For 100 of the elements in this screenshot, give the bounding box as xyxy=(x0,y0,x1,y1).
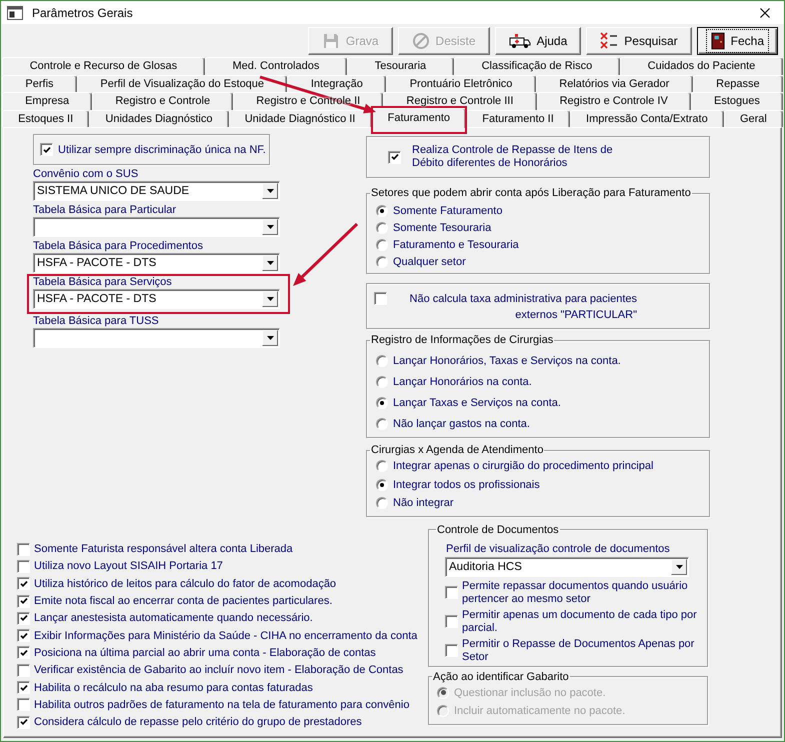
radio-label: Integrar todos os profissionais xyxy=(393,478,540,491)
close-button[interactable]: Fecha xyxy=(696,27,778,55)
tab[interactable]: Perfis xyxy=(2,74,77,92)
field-label: Tabela Básica para TUSS xyxy=(33,315,160,328)
radio-button[interactable] xyxy=(376,354,388,366)
dropdown-button[interactable] xyxy=(262,330,278,346)
dropdown-field[interactable]: HSFA - PACOTE - DTS xyxy=(33,289,280,309)
radio-button[interactable] xyxy=(376,376,388,388)
tab[interactable]: Estogues xyxy=(690,92,783,110)
tab[interactable]: Perfil de Visualização do Estoque xyxy=(76,74,288,92)
checkbox[interactable] xyxy=(17,629,30,642)
tab[interactable]: Prontuário Eletrônico xyxy=(386,74,536,92)
group-title: Setores que podem abrir conta após Liberação para Faturamento xyxy=(370,186,692,200)
tab[interactable]: Controle e Recurso de Glosas xyxy=(2,57,205,74)
checkbox[interactable] xyxy=(445,615,458,628)
dropdown-field[interactable]: SISTEMA UNICO DE SAUDE xyxy=(33,181,280,201)
tab[interactable]: Estoques II xyxy=(2,110,90,127)
radio-label: Qualquer setor xyxy=(393,256,466,268)
tab[interactable]: Empresa xyxy=(2,92,92,110)
checkbox[interactable] xyxy=(388,150,401,164)
checkbox-label: Realiza Controle de Repasse de Itens de Débito diferentes de Honorários xyxy=(412,144,614,170)
radio-button[interactable] xyxy=(376,460,388,472)
tab[interactable]: Faturamento xyxy=(372,108,466,128)
radio-label: Incluir automaticamente no pacote. xyxy=(454,704,626,716)
checkbox[interactable] xyxy=(17,681,30,694)
checkbox[interactable] xyxy=(17,698,30,712)
caret-icon xyxy=(676,564,682,568)
radio-button[interactable] xyxy=(376,238,388,250)
dropdown-field[interactable]: Auditoria HCS xyxy=(445,556,689,576)
radio-button[interactable] xyxy=(376,222,388,234)
ambulance-icon xyxy=(508,33,531,49)
field-label: Tabela Básica para Particular xyxy=(33,204,178,217)
checkbox[interactable] xyxy=(374,292,387,305)
caret-icon xyxy=(266,189,274,193)
checkmark-icon xyxy=(390,153,398,161)
radio-button[interactable] xyxy=(376,256,388,268)
tab[interactable]: Geral xyxy=(724,110,783,127)
field-label: Tabela Básica para Serviços xyxy=(33,276,173,289)
checkbox-label: Utiliza novo Layout SISAIH Portaria 17 xyxy=(34,560,223,572)
tab[interactable]: Tesouraria xyxy=(347,57,454,74)
tab[interactable]: Relatórios via Gerador xyxy=(536,74,693,92)
checkbox-label: Emite nota fiscal ao encerrar conta de pacientes particulares. xyxy=(34,595,332,608)
radio-button[interactable] xyxy=(376,204,388,216)
tab[interactable]: Registro e Controle xyxy=(92,92,234,110)
search-button[interactable]: Pesquisar xyxy=(586,27,692,55)
radio-label: Somente Faturamento xyxy=(393,204,502,216)
dropdown-button[interactable] xyxy=(262,183,278,199)
checkbox-label: Considera cálculo de repasse pelo critério do grupo de prestadores xyxy=(34,716,362,728)
cross-list-icon xyxy=(600,32,618,50)
radio-label: Somente Tesouraria xyxy=(393,222,492,234)
tab[interactable]: Classificação de Risco xyxy=(454,57,620,74)
caret-icon xyxy=(266,297,274,301)
dropdown-button[interactable] xyxy=(262,255,278,271)
tab[interactable]: Unidades Diagnóstico xyxy=(89,110,229,127)
tab[interactable]: Faturamento II xyxy=(466,110,570,127)
checkbox-label: Permitir apenas um documento de cada tipo por parcial. xyxy=(462,608,697,634)
help-button[interactable]: Ajuda xyxy=(494,27,582,55)
dropdown-field[interactable] xyxy=(33,328,280,348)
radio-button[interactable] xyxy=(376,478,388,491)
door-icon xyxy=(710,32,725,50)
checkbox[interactable] xyxy=(17,577,30,590)
checkbox[interactable] xyxy=(40,143,53,156)
checkbox[interactable] xyxy=(445,644,458,657)
checkmark-icon xyxy=(20,718,28,726)
tab[interactable]: Med. Controlados xyxy=(204,57,348,74)
checkbox[interactable] xyxy=(17,560,30,573)
checkbox[interactable] xyxy=(445,586,458,599)
tab[interactable]: Impressão Conta/Extrato xyxy=(570,110,724,127)
checkbox[interactable] xyxy=(17,542,30,556)
dropdown-button[interactable] xyxy=(262,291,278,307)
checkbox-label: Posiciona na última parcial ao abrir uma conta - Elaboração de contas xyxy=(34,646,376,659)
dropdown-button[interactable] xyxy=(262,219,278,235)
checkbox[interactable] xyxy=(17,646,30,660)
dropdown-field[interactable]: HSFA - PACOTE - DTS xyxy=(33,253,280,273)
app-icon xyxy=(7,6,23,20)
tab[interactable]: Integração xyxy=(287,74,386,92)
prohibition-icon xyxy=(412,32,430,50)
caret-icon xyxy=(266,225,274,229)
checkbox-label: Habilita outros padrões de faturamento na tela de faturamento para convênio xyxy=(34,698,410,711)
close-icon xyxy=(760,8,770,18)
radio-button[interactable] xyxy=(376,396,388,408)
checkbox[interactable] xyxy=(17,664,30,677)
field-label: Perfil de visualização controle de documentos xyxy=(446,542,671,556)
checkbox[interactable] xyxy=(17,594,30,608)
tab[interactable]: Registro e Controle IV xyxy=(536,92,691,110)
checkbox[interactable] xyxy=(17,716,30,729)
checkbox-label: Verificar existência de Gabarito ao incluír novo item - Elaboração de Contas xyxy=(34,664,404,676)
dropdown-field[interactable] xyxy=(33,217,280,237)
dropdown-button[interactable] xyxy=(671,558,687,574)
checkbox[interactable] xyxy=(17,612,30,625)
radio-label: Faturamento e Tesouraria xyxy=(393,238,519,250)
checkbox-label: Não calcula taxa administrativa para pacientes externos "PARTICULAR" xyxy=(408,292,637,323)
group-title: Ação ao identificar Gabarito xyxy=(432,670,570,684)
radio-button[interactable] xyxy=(376,418,388,430)
radio-label: Lançar Honorários, Taxas e Serviços na conta. xyxy=(393,354,621,366)
tab[interactable]: Cuidados do Paciente xyxy=(620,57,784,74)
radio-label: Não integrar xyxy=(393,497,454,510)
annotation-arrow xyxy=(293,222,358,286)
tab[interactable]: Repasse xyxy=(692,74,783,92)
radio-button[interactable] xyxy=(376,497,388,510)
